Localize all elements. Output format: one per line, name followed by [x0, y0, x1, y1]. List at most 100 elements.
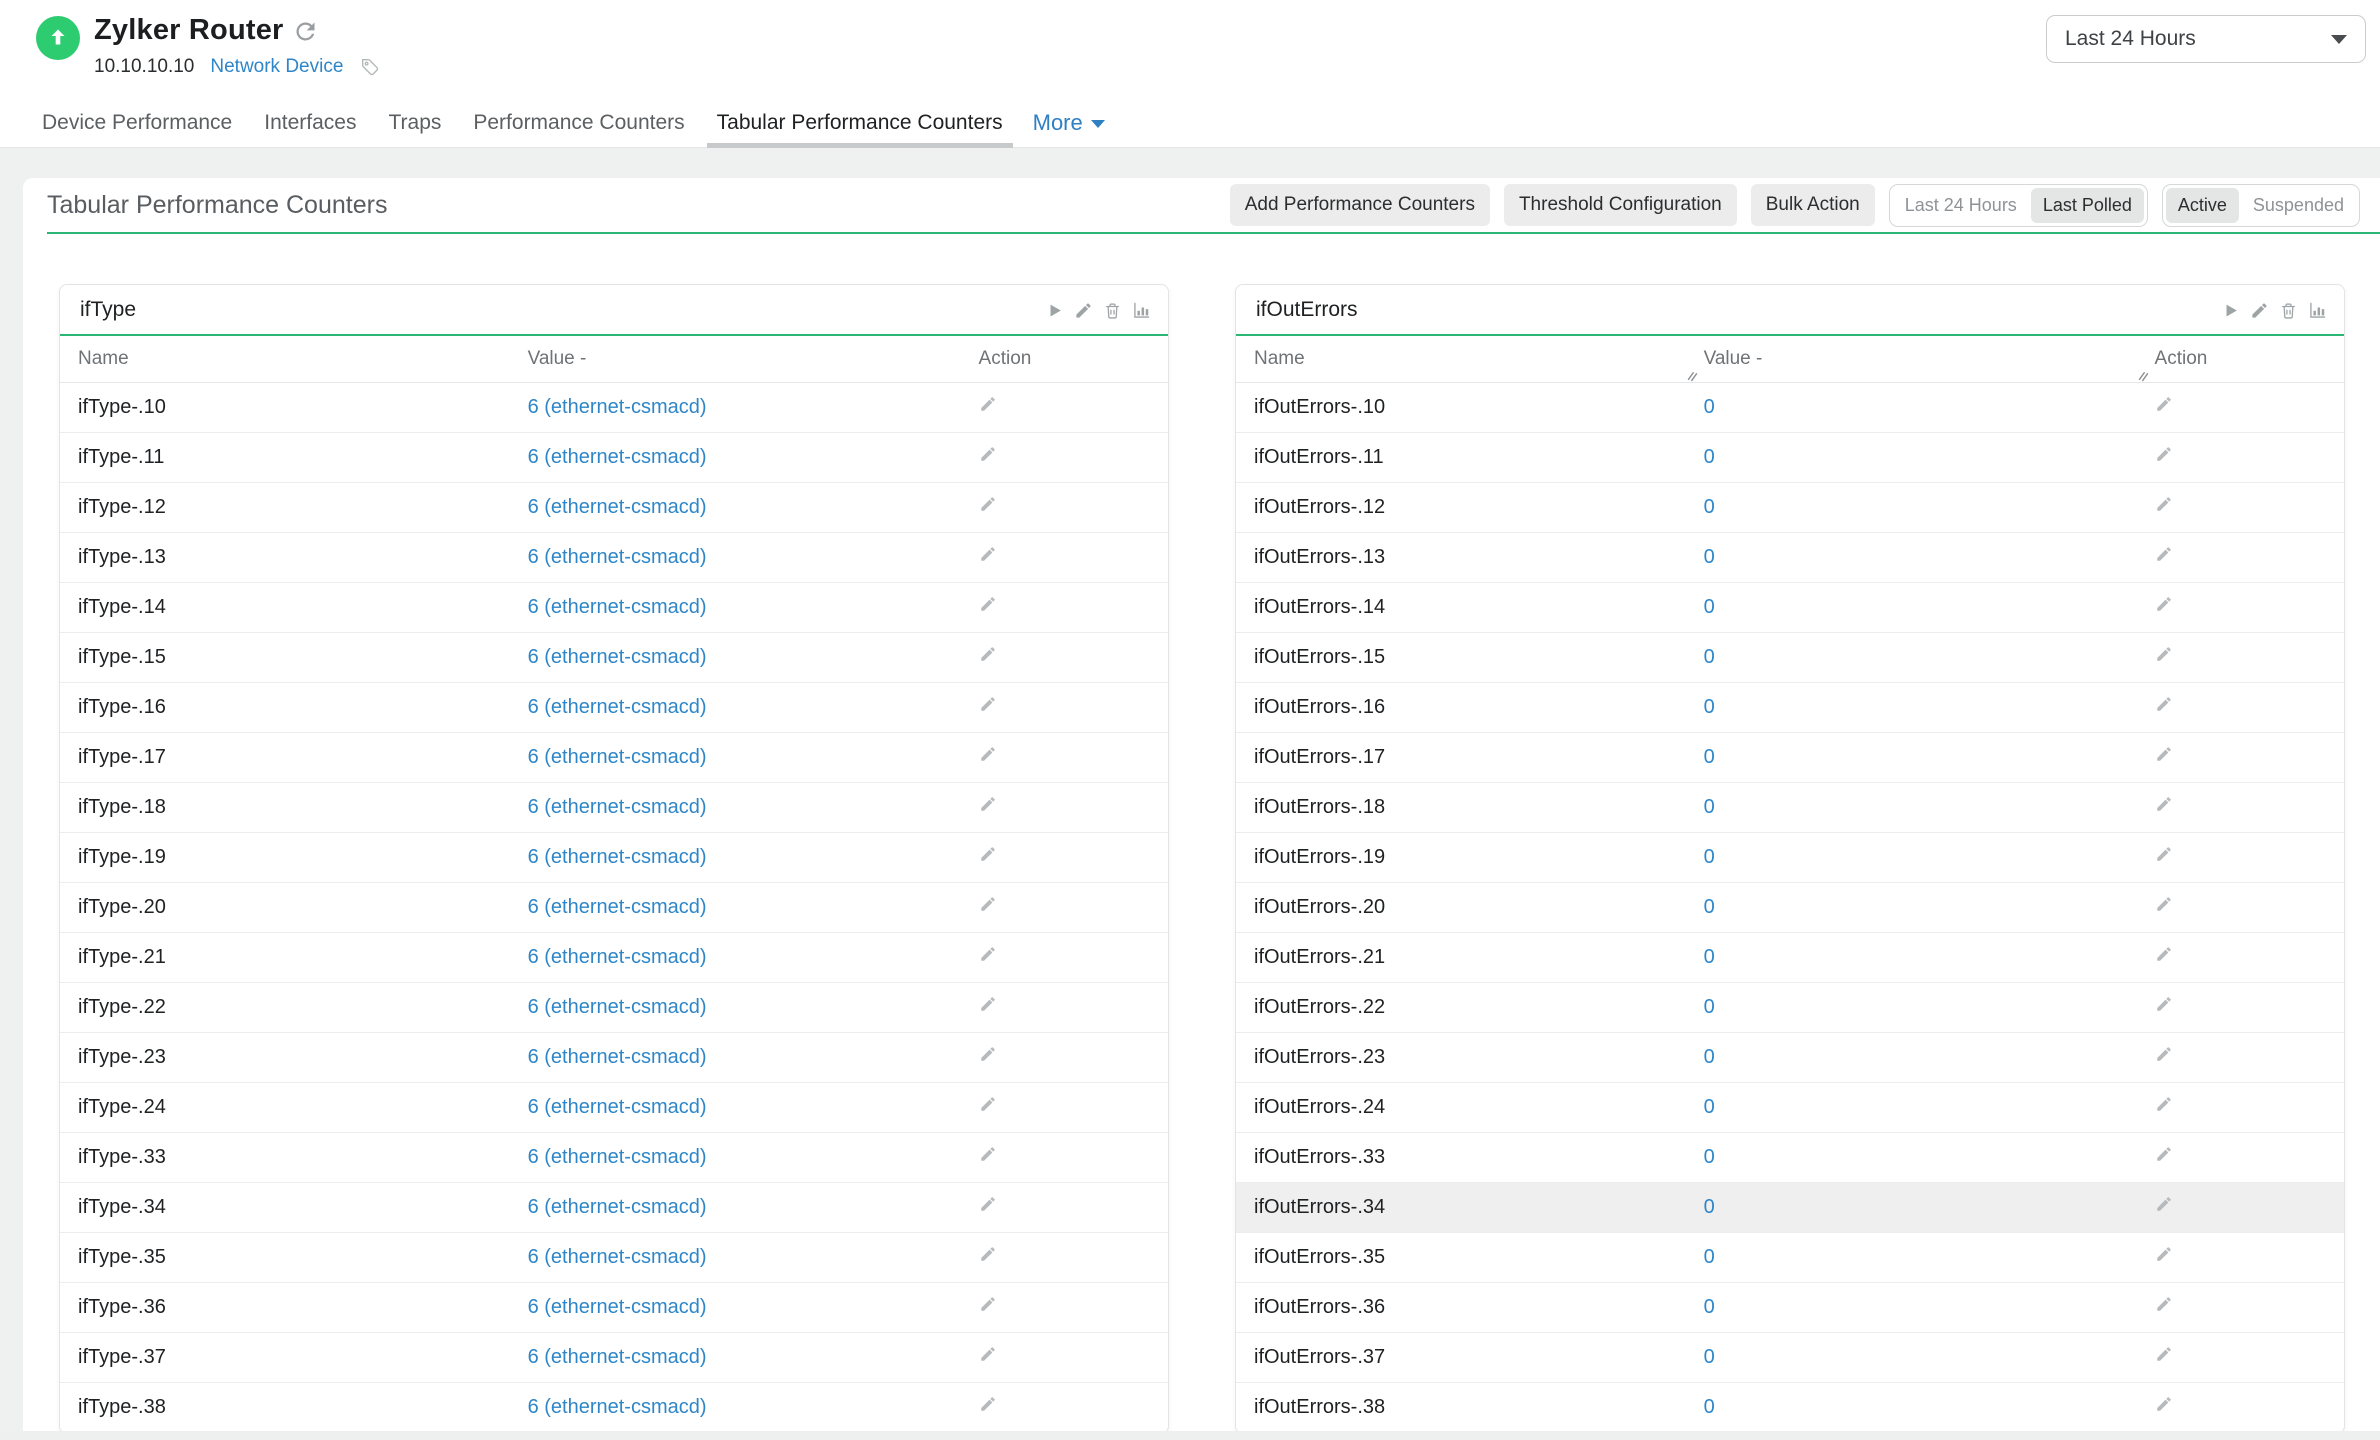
- edit-value-icon[interactable]: [979, 1095, 997, 1113]
- report-icon[interactable]: [2308, 300, 2328, 320]
- edit-value-icon[interactable]: [2155, 595, 2173, 613]
- delete-icon[interactable]: [1103, 301, 1122, 320]
- edit-value-icon[interactable]: [979, 795, 997, 813]
- counter-value-link[interactable]: 0: [1704, 1096, 1715, 1118]
- counter-value-link[interactable]: 6 (ethernet-csmacd): [528, 896, 707, 918]
- device-type-link[interactable]: Network Device: [210, 56, 343, 78]
- edit-value-icon[interactable]: [2155, 645, 2173, 663]
- tab-tabular-performance-counters[interactable]: Tabular Performance Counters: [713, 98, 1007, 147]
- counter-value-link[interactable]: 0: [1704, 1246, 1715, 1268]
- column-resize-gripper[interactable]: [1686, 366, 1699, 388]
- edit-value-icon[interactable]: [2155, 1195, 2173, 1213]
- counter-value-link[interactable]: 6 (ethernet-csmacd): [528, 396, 707, 418]
- counter-value-link[interactable]: 0: [1704, 696, 1715, 718]
- edit-value-icon[interactable]: [2155, 995, 2173, 1013]
- counter-value-link[interactable]: 0: [1704, 1146, 1715, 1168]
- counter-value-link[interactable]: 0: [1704, 996, 1715, 1018]
- counter-value-link[interactable]: 0: [1704, 796, 1715, 818]
- counter-value-link[interactable]: 0: [1704, 396, 1715, 418]
- edit-value-icon[interactable]: [2155, 1095, 2173, 1113]
- edit-value-icon[interactable]: [979, 395, 997, 413]
- counter-value-link[interactable]: 0: [1704, 846, 1715, 868]
- edit-value-icon[interactable]: [2155, 895, 2173, 913]
- counter-value-link[interactable]: 0: [1704, 1296, 1715, 1318]
- counter-value-link[interactable]: 6 (ethernet-csmacd): [528, 646, 707, 668]
- tab-traps[interactable]: Traps: [384, 98, 445, 147]
- run-icon[interactable]: [1045, 301, 1064, 320]
- edit-value-icon[interactable]: [979, 1395, 997, 1413]
- edit-value-icon[interactable]: [979, 1195, 997, 1213]
- counter-value-link[interactable]: 0: [1704, 1346, 1715, 1368]
- time-range-select[interactable]: Last 24 Hours: [2046, 15, 2366, 63]
- counter-value-link[interactable]: 0: [1704, 646, 1715, 668]
- edit-value-icon[interactable]: [979, 595, 997, 613]
- column-resize-gripper[interactable]: [2137, 366, 2150, 388]
- counter-value-link[interactable]: 0: [1704, 946, 1715, 968]
- edit-value-icon[interactable]: [2155, 1295, 2173, 1313]
- counter-value-link[interactable]: 0: [1704, 746, 1715, 768]
- counter-value-link[interactable]: 6 (ethernet-csmacd): [528, 1046, 707, 1068]
- counter-value-link[interactable]: 0: [1704, 596, 1715, 618]
- toggle-suspended[interactable]: Suspended: [2241, 188, 2356, 223]
- threshold-configuration-button[interactable]: Threshold Configuration: [1504, 184, 1737, 226]
- counter-value-link[interactable]: 6 (ethernet-csmacd): [528, 1346, 707, 1368]
- edit-value-icon[interactable]: [979, 745, 997, 763]
- edit-value-icon[interactable]: [979, 645, 997, 663]
- edit-value-icon[interactable]: [979, 695, 997, 713]
- counter-value-link[interactable]: 6 (ethernet-csmacd): [528, 546, 707, 568]
- counter-value-link[interactable]: 6 (ethernet-csmacd): [528, 746, 707, 768]
- run-icon[interactable]: [2221, 301, 2240, 320]
- edit-value-icon[interactable]: [979, 945, 997, 963]
- counter-value-link[interactable]: 6 (ethernet-csmacd): [528, 1146, 707, 1168]
- counter-value-link[interactable]: 6 (ethernet-csmacd): [528, 1246, 707, 1268]
- edit-value-icon[interactable]: [979, 845, 997, 863]
- edit-value-icon[interactable]: [2155, 1245, 2173, 1263]
- toggle-last-24-hours[interactable]: Last 24 Hours: [1893, 188, 2029, 223]
- edit-value-icon[interactable]: [2155, 745, 2173, 763]
- counter-value-link[interactable]: 0: [1704, 1396, 1715, 1418]
- counter-value-link[interactable]: 6 (ethernet-csmacd): [528, 1396, 707, 1418]
- edit-value-icon[interactable]: [979, 1295, 997, 1313]
- edit-value-icon[interactable]: [979, 1045, 997, 1063]
- counter-value-link[interactable]: 6 (ethernet-csmacd): [528, 946, 707, 968]
- edit-value-icon[interactable]: [2155, 1045, 2173, 1063]
- edit-icon[interactable]: [2250, 301, 2269, 320]
- edit-value-icon[interactable]: [979, 1345, 997, 1363]
- counter-value-link[interactable]: 6 (ethernet-csmacd): [528, 446, 707, 468]
- edit-value-icon[interactable]: [2155, 695, 2173, 713]
- counter-value-link[interactable]: 6 (ethernet-csmacd): [528, 1196, 707, 1218]
- edit-value-icon[interactable]: [2155, 545, 2173, 563]
- edit-value-icon[interactable]: [2155, 1345, 2173, 1363]
- edit-value-icon[interactable]: [2155, 1395, 2173, 1413]
- tag-icon[interactable]: [359, 56, 381, 78]
- bulk-action-button[interactable]: Bulk Action: [1751, 184, 1875, 226]
- counter-value-link[interactable]: 0: [1704, 1196, 1715, 1218]
- toggle-active[interactable]: Active: [2166, 188, 2239, 223]
- edit-value-icon[interactable]: [2155, 845, 2173, 863]
- counter-value-link[interactable]: 6 (ethernet-csmacd): [528, 1296, 707, 1318]
- delete-icon[interactable]: [2279, 301, 2298, 320]
- counter-value-link[interactable]: 6 (ethernet-csmacd): [528, 846, 707, 868]
- counter-value-link[interactable]: 6 (ethernet-csmacd): [528, 796, 707, 818]
- counter-value-link[interactable]: 6 (ethernet-csmacd): [528, 1096, 707, 1118]
- counter-value-link[interactable]: 0: [1704, 496, 1715, 518]
- counter-value-link[interactable]: 0: [1704, 1046, 1715, 1068]
- counter-value-link[interactable]: 0: [1704, 446, 1715, 468]
- edit-value-icon[interactable]: [979, 545, 997, 563]
- edit-value-icon[interactable]: [2155, 1145, 2173, 1163]
- edit-value-icon[interactable]: [979, 895, 997, 913]
- counter-value-link[interactable]: 6 (ethernet-csmacd): [528, 996, 707, 1018]
- edit-value-icon[interactable]: [979, 1245, 997, 1263]
- add-performance-counters-button[interactable]: Add Performance Counters: [1230, 184, 1490, 226]
- edit-value-icon[interactable]: [979, 1145, 997, 1163]
- edit-value-icon[interactable]: [2155, 795, 2173, 813]
- counter-value-link[interactable]: 6 (ethernet-csmacd): [528, 696, 707, 718]
- tab-interfaces[interactable]: Interfaces: [260, 98, 360, 147]
- edit-value-icon[interactable]: [979, 445, 997, 463]
- counter-value-link[interactable]: 6 (ethernet-csmacd): [528, 496, 707, 518]
- edit-icon[interactable]: [1074, 301, 1093, 320]
- counter-value-link[interactable]: 0: [1704, 896, 1715, 918]
- counter-value-link[interactable]: 0: [1704, 546, 1715, 568]
- counter-value-link[interactable]: 6 (ethernet-csmacd): [528, 596, 707, 618]
- edit-value-icon[interactable]: [2155, 495, 2173, 513]
